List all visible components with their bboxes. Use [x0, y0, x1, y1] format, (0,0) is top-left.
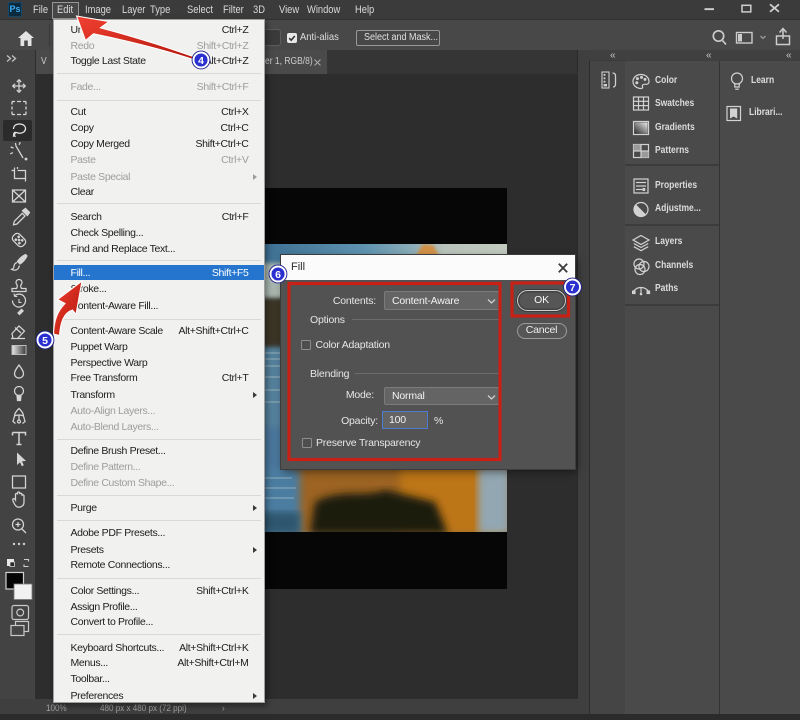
svg-text:4: 4	[198, 55, 204, 67]
svg-text:6: 6	[275, 269, 281, 281]
svg-text:7: 7	[570, 282, 576, 294]
svg-text:5: 5	[42, 335, 48, 347]
